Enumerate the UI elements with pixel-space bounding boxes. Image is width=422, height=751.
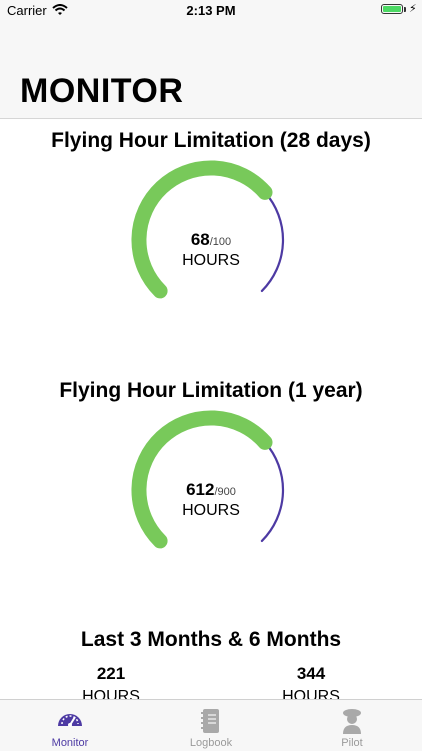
tab-label: Logbook [189, 737, 233, 749]
status-bar: Carrier 2:13 PM ⚡ [0, 0, 422, 22]
gauge-title-28-days: Flying Hour Limitation (28 days) [51, 129, 371, 152]
logbook-icon [197, 708, 225, 739]
battery-cap [404, 7, 406, 12]
gauge-max-value: /100 [209, 236, 232, 248]
gauge-unit-label: HOURS [182, 502, 240, 519]
gauge-unit-label: HOURS [182, 252, 240, 269]
tab-bar: Monitor Logbook Pilot [0, 699, 422, 751]
pilot-icon [338, 708, 366, 739]
six-months-value: 344 [296, 664, 326, 683]
gauge-current-value: 612 [186, 480, 215, 499]
gauge-current-value: 68 [190, 230, 210, 249]
clock: 2:13 PM [186, 3, 236, 18]
gauge-value-row: 612/900 [111, 480, 311, 500]
gauge-icon [56, 708, 84, 735]
navigation-bar: MONITOR [0, 22, 422, 119]
tab-label: Monitor [51, 737, 89, 749]
tab-label: Pilot [341, 737, 363, 749]
tab-logbook[interactable]: Logbook [141, 700, 281, 751]
gauge-max-value: /900 [214, 486, 236, 498]
tab-monitor[interactable]: Monitor [0, 700, 140, 751]
page-title: MONITOR [20, 72, 184, 110]
gauge-title-1-year: Flying Hour Limitation (1 year) [59, 379, 363, 402]
gauge-1-year: 612/900 HOURS [111, 410, 311, 570]
charging-bolt-icon: ⚡ [409, 3, 417, 15]
three-months-value: 221 [96, 664, 126, 683]
gauge-28-days: 68/100 HOURS [111, 160, 311, 320]
tab-pilot[interactable]: Pilot [282, 700, 422, 751]
summary-title: Last 3 Months & 6 Months [80, 628, 342, 651]
battery-icon [381, 4, 403, 14]
gauge-value-row: 68/100 [111, 230, 311, 250]
